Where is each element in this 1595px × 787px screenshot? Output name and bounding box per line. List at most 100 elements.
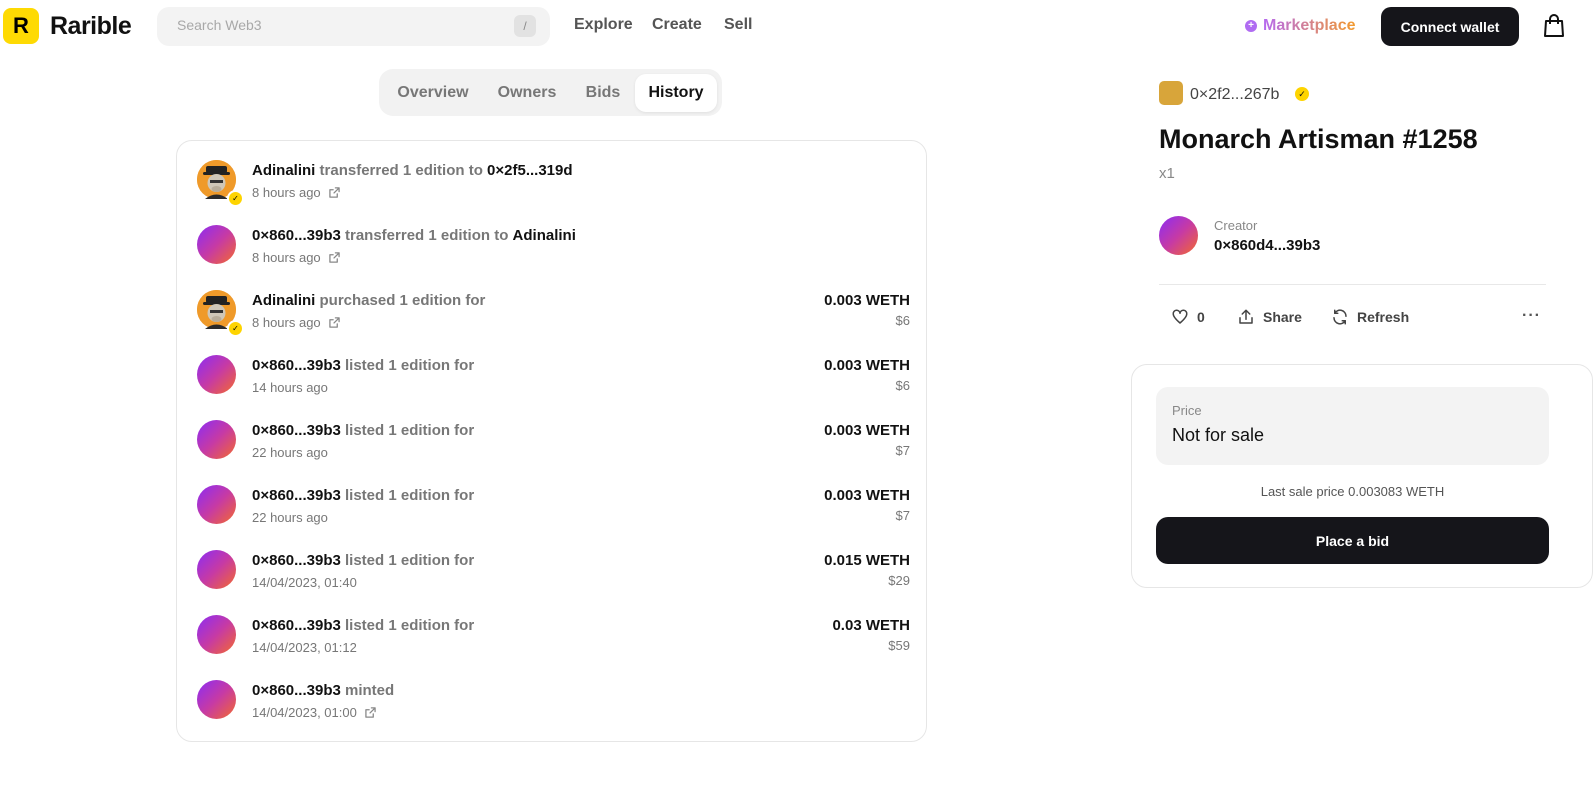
event-actor[interactable]: 0×860...39b3 [252, 487, 341, 504]
event-time: 8 hours ago [252, 250, 340, 265]
share-icon [1239, 309, 1253, 324]
divider [1159, 284, 1546, 285]
event-verb: listed 1 edition for [345, 552, 475, 569]
event-price-usd: $6 [895, 378, 910, 393]
nav-create[interactable]: Create [652, 16, 702, 34]
event-price: 0.03 WETH $59 [832, 617, 910, 653]
event-timestamp: 14 hours ago [252, 380, 328, 395]
plus-icon: + [1245, 20, 1257, 32]
search-input[interactable] [177, 17, 497, 33]
share-label: Share [1263, 309, 1302, 325]
search-bar[interactable]: / [157, 7, 550, 46]
history-row: 0×860...39b3 minted 14/04/2023, 01:00 [177, 661, 926, 726]
event-timestamp: 22 hours ago [252, 510, 328, 525]
nav-sell[interactable]: Sell [724, 16, 752, 34]
verified-icon: ✓ [227, 190, 244, 207]
marketplace-label: Marketplace [1263, 17, 1356, 34]
connect-wallet-button[interactable]: Connect wallet [1381, 7, 1519, 46]
event-actor[interactable]: 0×860...39b3 [252, 227, 341, 244]
event-timestamp: 8 hours ago [252, 185, 321, 200]
brand-name[interactable]: Rarible [50, 12, 132, 41]
event-verb: listed 1 edition for [345, 487, 475, 504]
event-actor[interactable]: 0×860...39b3 [252, 422, 341, 439]
event-actor[interactable]: Adinalini [252, 162, 315, 179]
event-description: 0×860...39b3 listed 1 edition for [252, 422, 474, 439]
external-link-icon[interactable] [328, 317, 340, 328]
item-tabs: Overview Owners Bids History [379, 69, 722, 116]
user-avatar[interactable] [197, 225, 236, 264]
event-description: 0×860...39b3 listed 1 edition for [252, 552, 474, 569]
event-time: 8 hours ago [252, 185, 340, 200]
tab-history[interactable]: History [635, 74, 717, 112]
external-link-icon[interactable] [365, 707, 376, 718]
rarible-logo[interactable]: R [3, 8, 39, 44]
verified-icon: ✓ [1295, 87, 1309, 101]
event-verb: listed 1 edition for [345, 357, 475, 374]
last-sale-price: Last sale price 0.003083 WETH [1260, 484, 1445, 499]
event-description: Adinalini transferred 1 edition to 0×2f5… [252, 162, 573, 179]
event-price-weth: 0.003 WETH [824, 357, 910, 374]
heart-icon [1172, 309, 1188, 324]
event-timestamp: 22 hours ago [252, 445, 328, 460]
creator-label: Creator [1214, 218, 1258, 233]
owner-address[interactable]: 0×2f2...267b [1190, 86, 1279, 104]
event-price-usd: $59 [888, 638, 910, 653]
nav-explore[interactable]: Explore [574, 16, 633, 34]
user-avatar[interactable] [197, 615, 236, 654]
event-price-weth: 0.03 WETH [832, 617, 910, 634]
event-time: 14/04/2023, 01:12 [252, 640, 357, 655]
event-time: 14/04/2023, 01:40 [252, 575, 357, 590]
event-time: 14 hours ago [252, 380, 328, 395]
event-timestamp: 14/04/2023, 01:40 [252, 575, 357, 590]
event-timestamp: 8 hours ago [252, 250, 321, 265]
event-price: 0.003 WETH $7 [824, 487, 910, 523]
event-actor[interactable]: Adinalini [252, 292, 315, 309]
user-avatar[interactable]: ✓ [197, 290, 244, 337]
external-link-icon[interactable] [328, 252, 340, 263]
user-avatar[interactable] [197, 550, 236, 589]
user-avatar[interactable] [197, 355, 236, 394]
place-bid-button[interactable]: Place a bid [1156, 517, 1549, 564]
event-verb: listed 1 edition for [345, 422, 475, 439]
tab-bids[interactable]: Bids [573, 74, 633, 112]
creator-address[interactable]: 0×860d4...39b3 [1214, 237, 1320, 254]
tab-overview[interactable]: Overview [385, 74, 481, 112]
history-row: 0×860...39b3 listed 1 edition for 22 hour… [177, 401, 926, 466]
like-button[interactable]: 0 [1171, 308, 1205, 326]
refresh-button[interactable]: Refresh [1331, 308, 1409, 326]
history-row: 0×860...39b3 listed 1 edition for 14/04/2… [177, 531, 926, 596]
tab-owners[interactable]: Owners [483, 74, 571, 112]
more-options-icon[interactable]: ··· [1522, 307, 1541, 325]
user-avatar[interactable] [197, 420, 236, 459]
creator-avatar[interactable] [1159, 216, 1198, 255]
user-avatar[interactable] [197, 485, 236, 524]
history-row: ✓ Adinalini purchased 1 edition for 8 hour… [177, 271, 926, 337]
event-target[interactable]: Adinalini [513, 227, 576, 244]
history-row: 0×860...39b3 transferred 1 edition to Ad… [177, 206, 926, 271]
event-time: 22 hours ago [252, 445, 328, 460]
external-link-icon[interactable] [328, 187, 340, 198]
share-button[interactable]: Share [1237, 308, 1302, 326]
event-actor[interactable]: 0×860...39b3 [252, 357, 341, 374]
event-price-weth: 0.003 WETH [824, 487, 910, 504]
like-count: 0 [1197, 309, 1205, 325]
event-price: 0.003 WETH $6 [824, 292, 910, 328]
event-verb: transferred 1 edition to [319, 162, 483, 179]
price-label: Price [1172, 403, 1202, 418]
marketplace-link[interactable]: + Marketplace [1245, 17, 1356, 35]
cart-icon[interactable] [1543, 14, 1565, 38]
refresh-icon [1333, 309, 1347, 325]
item-quantity: x1 [1159, 165, 1175, 182]
user-avatar[interactable] [197, 680, 236, 719]
event-price-usd: $7 [895, 443, 910, 458]
event-actor[interactable]: 0×860...39b3 [252, 682, 341, 699]
owner-avatar[interactable] [1159, 81, 1183, 105]
history-row: ✓ Adinalini transferred 1 edition to 0×2f… [177, 141, 926, 207]
user-avatar[interactable]: ✓ [197, 160, 244, 207]
event-verb: listed 1 edition for [345, 617, 475, 634]
event-actor[interactable]: 0×860...39b3 [252, 617, 341, 634]
history-row: 0×860...39b3 listed 1 edition for 14/04/2… [177, 596, 926, 661]
event-target[interactable]: 0×2f5...319d [487, 162, 572, 179]
history-row: 0×860...39b3 listed 1 edition for 22 hour… [177, 466, 926, 531]
event-actor[interactable]: 0×860...39b3 [252, 552, 341, 569]
